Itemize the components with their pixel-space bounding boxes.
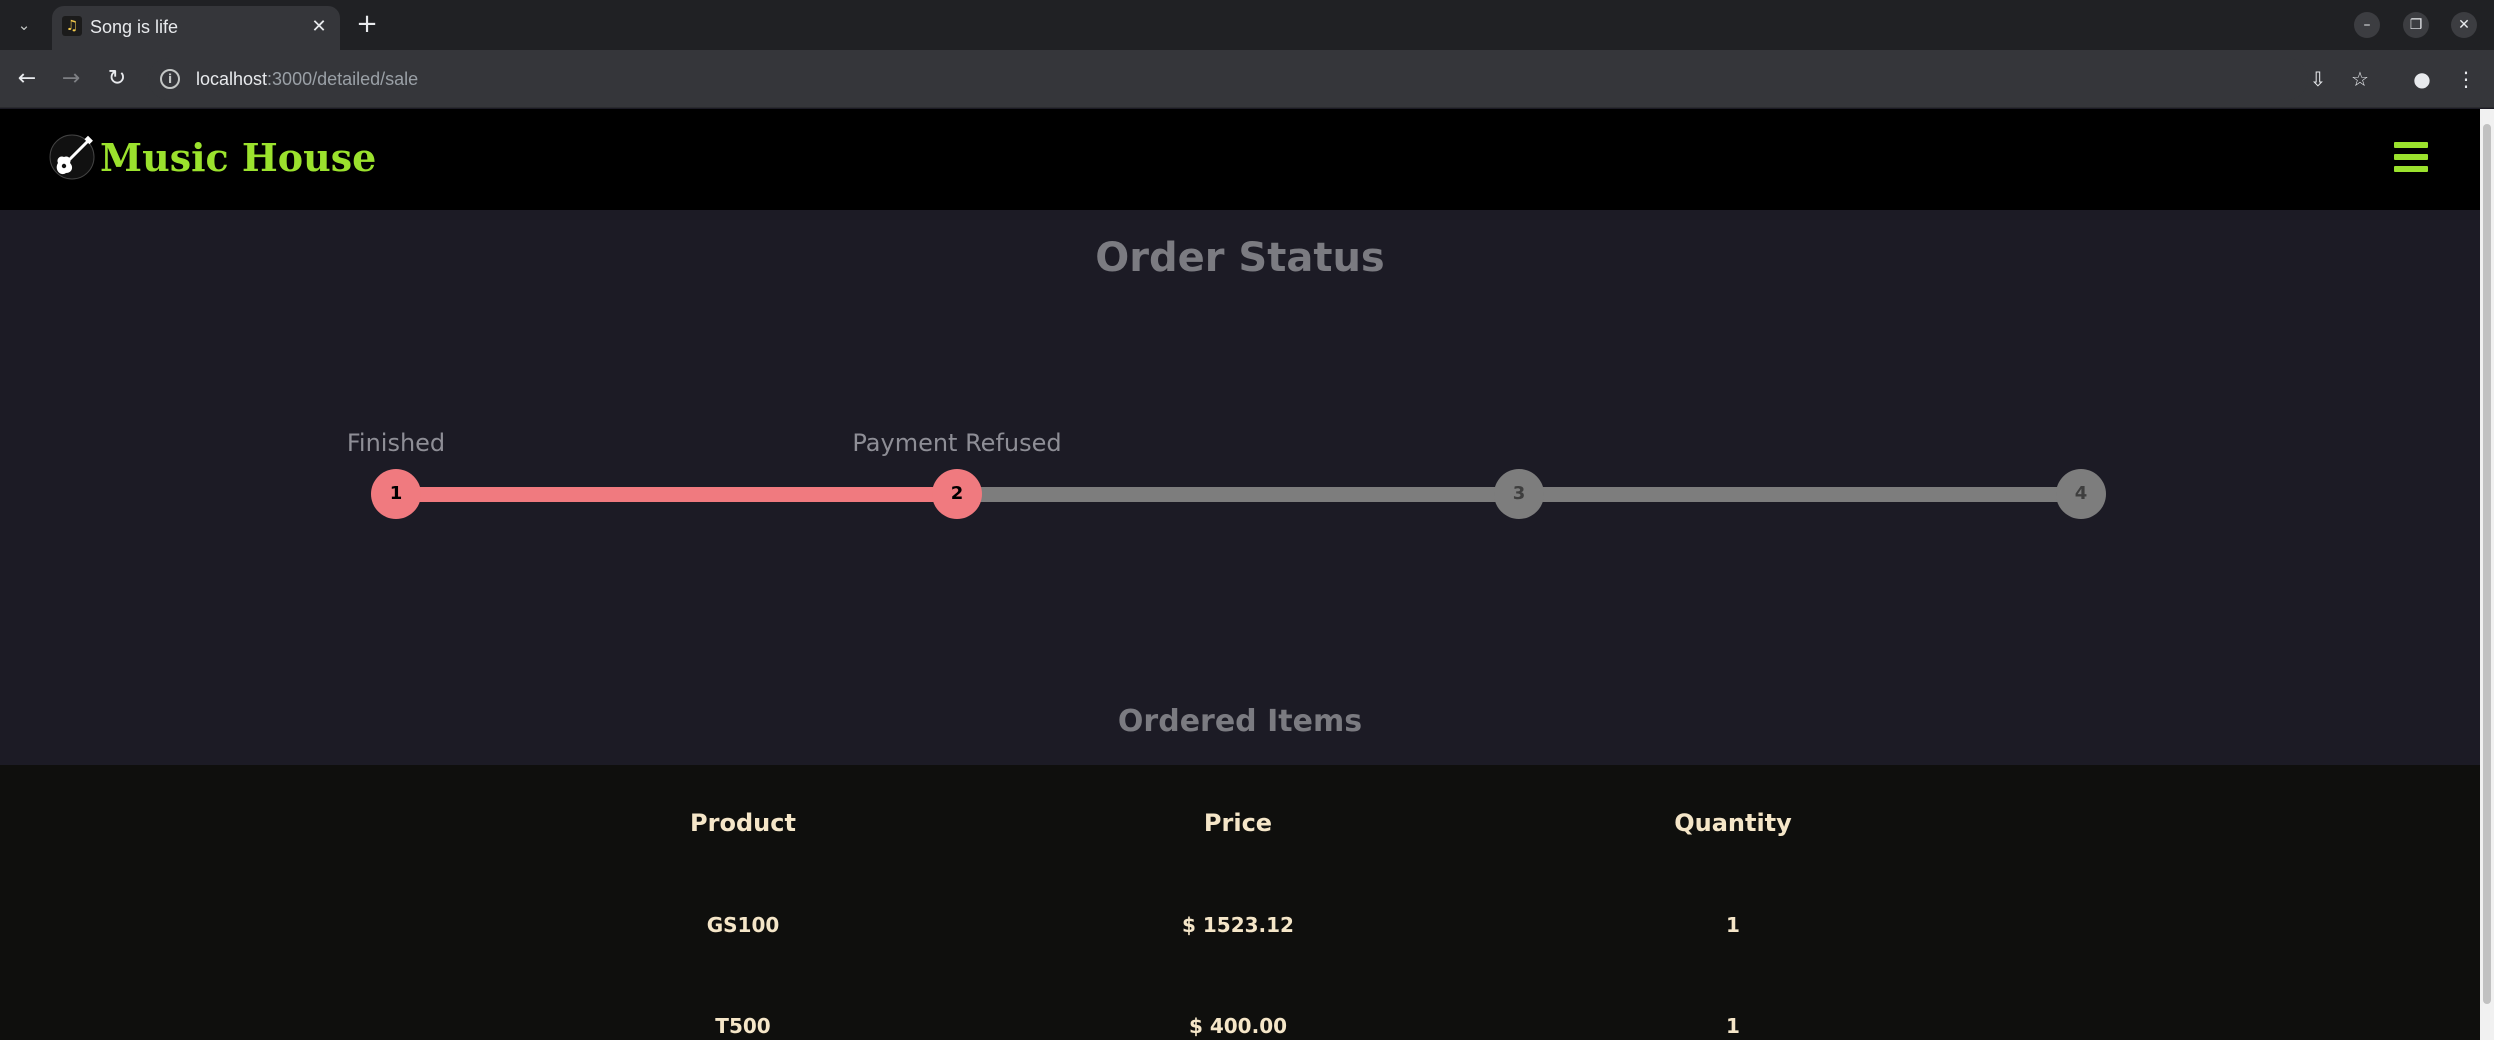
step-4-dot: 4 (2056, 469, 2106, 519)
profile-avatar-icon[interactable]: ● (2408, 65, 2436, 93)
back-arrow-icon[interactable]: ← (12, 64, 42, 94)
hamburger-line (2394, 166, 2428, 172)
browser-tab-strip: ⌄ ♫ Song is life ✕ + – ❐ ✕ (0, 0, 2494, 50)
url-text: localhost:3000/detailed/sale (196, 69, 418, 90)
page-scrollbar-thumb[interactable] (2483, 124, 2491, 1004)
minimize-window-icon[interactable]: – (2354, 12, 2380, 38)
table-cell-price: $ 1523.12 (1182, 913, 1294, 937)
ordered-items-table: Product Price Quantity GS100 $ 1523.12 1… (0, 765, 2480, 1040)
step-2-label: Payment Refused (852, 429, 1062, 457)
reload-icon[interactable]: ↻ (102, 64, 132, 94)
close-window-icon[interactable]: ✕ (2451, 12, 2477, 38)
site-header: Music House (0, 109, 2480, 210)
tab-title: Song is life (90, 17, 179, 37)
forward-arrow-icon[interactable]: → (56, 64, 86, 94)
table-cell-product: GS100 (706, 913, 780, 937)
hamburger-line (2394, 142, 2428, 148)
bookmark-star-icon[interactable]: ☆ (2346, 65, 2374, 93)
browser-toolbar: ← → ↻ i localhost:3000/detailed/sale ⇩ ☆… (0, 50, 2494, 108)
step-2-dot: 2 (932, 469, 982, 519)
column-header-quantity: Quantity (1674, 809, 1792, 837)
table-cell-product: T500 (715, 1014, 771, 1038)
column-header-price: Price (1203, 809, 1273, 837)
step-1-label: Finished (346, 429, 446, 457)
browser-menu-icon[interactable]: ⋮ (2452, 65, 2480, 93)
new-tab-plus-icon[interactable]: + (352, 10, 382, 40)
guitar-logo-icon[interactable] (48, 133, 96, 181)
table-cell-quantity: 1 (1726, 913, 1740, 937)
step-connector-2-3 (957, 487, 1519, 502)
install-app-icon[interactable]: ⇩ (2304, 65, 2332, 93)
step-connector-1-2 (396, 487, 957, 502)
tab-search-chevron-icon[interactable]: ⌄ (10, 12, 38, 38)
ordered-items-title: Ordered Items (1117, 704, 1363, 739)
address-bar[interactable]: i localhost:3000/detailed/sale (148, 58, 2308, 100)
table-cell-quantity: 1 (1726, 1014, 1740, 1038)
web-page: Music House Order Status Finished Paymen… (0, 109, 2480, 1040)
url-host: localhost (196, 69, 268, 89)
order-status-title: Order Status (1095, 235, 1385, 281)
close-tab-icon[interactable]: ✕ (308, 16, 330, 38)
url-path: :3000/detailed/sale (267, 69, 419, 89)
step-3-dot: 3 (1494, 469, 1544, 519)
hamburger-line (2394, 154, 2428, 160)
table-cell-price: $ 400.00 (1188, 1014, 1288, 1038)
hamburger-menu-icon[interactable] (2394, 142, 2428, 176)
site-info-icon[interactable]: i (160, 69, 180, 89)
restore-window-icon[interactable]: ❐ (2403, 12, 2429, 38)
browser-tab[interactable]: ♫ Song is life ✕ (52, 6, 340, 50)
brand-name[interactable]: Music House (100, 135, 376, 180)
step-1-dot: 1 (371, 469, 421, 519)
music-note-favicon-icon: ♫ (62, 16, 82, 36)
column-header-product: Product (690, 809, 796, 837)
step-connector-3-4 (1519, 487, 2081, 502)
